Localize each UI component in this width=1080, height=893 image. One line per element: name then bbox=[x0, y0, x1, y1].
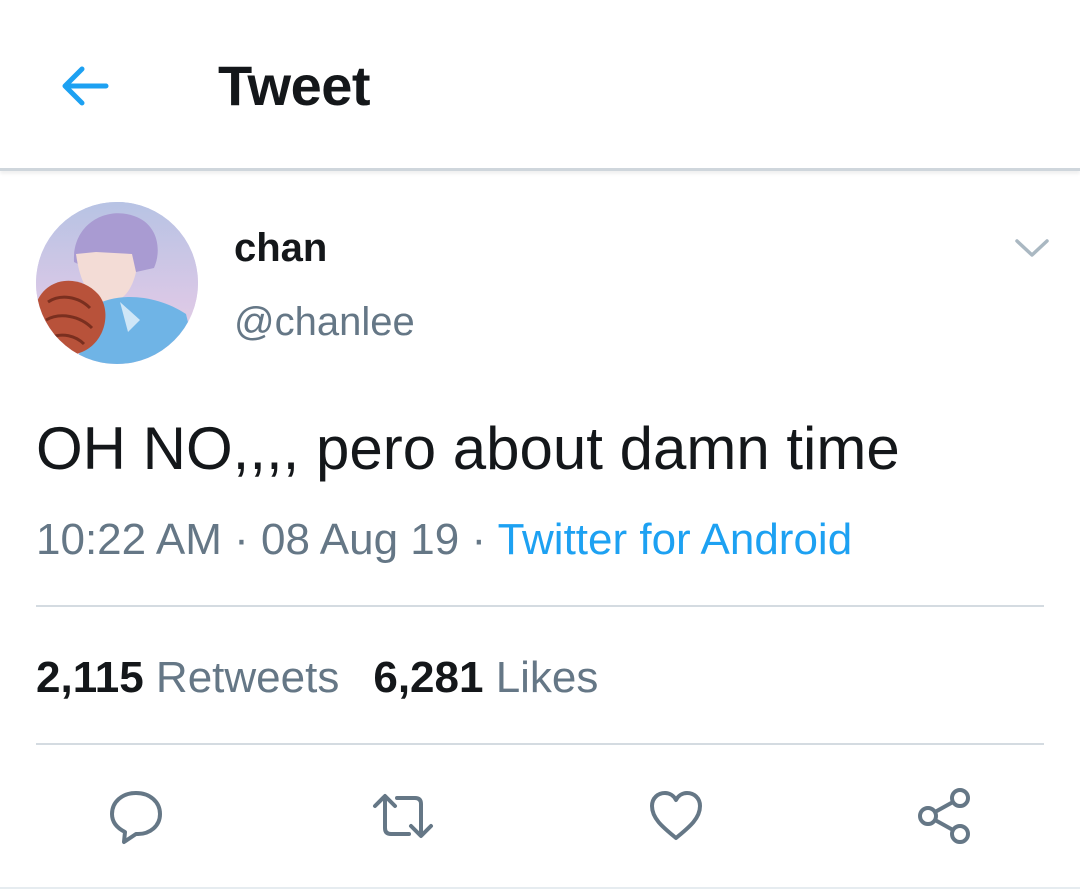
top-app-bar: Tweet bbox=[0, 0, 1080, 171]
chevron-down-icon bbox=[1015, 239, 1049, 257]
tweet-date: 08 Aug 19 bbox=[261, 515, 460, 564]
meta-separator: · bbox=[471, 515, 487, 564]
like-button[interactable] bbox=[640, 780, 712, 852]
retweet-icon bbox=[373, 794, 433, 838]
likes-count: 6,281 bbox=[373, 653, 484, 702]
tweet-source-link[interactable]: Twitter for Android bbox=[498, 515, 853, 564]
arrow-left-icon bbox=[62, 66, 109, 106]
tweet-detail-screen: Tweet chan @chanlee OH NO,,,, pero about… bbox=[0, 0, 1080, 893]
retweet-button[interactable] bbox=[367, 780, 439, 852]
reply-button[interactable] bbox=[100, 780, 172, 852]
tweet-metadata: 10:22 AM · 08 Aug 19 · Twitter for Andro… bbox=[36, 514, 852, 566]
avatar[interactable] bbox=[36, 202, 198, 364]
likes-stat[interactable]: 6,281 Likes bbox=[373, 652, 598, 704]
meta-separator: · bbox=[234, 515, 249, 564]
author-handle[interactable]: @chanlee bbox=[234, 298, 415, 346]
retweets-stat[interactable]: 2,115 Retweets bbox=[36, 652, 339, 704]
divider bbox=[36, 605, 1044, 607]
retweets-label: Retweets bbox=[155, 653, 340, 702]
engagement-stats: 2,115 Retweets 6,281 Likes bbox=[36, 652, 598, 704]
divider bbox=[0, 887, 1080, 889]
share-button[interactable] bbox=[908, 780, 980, 852]
back-button[interactable] bbox=[52, 58, 116, 114]
tweet-time: 10:22 AM bbox=[36, 515, 222, 564]
share-icon bbox=[918, 788, 970, 844]
likes-label: Likes bbox=[495, 653, 599, 702]
retweets-count: 2,115 bbox=[36, 653, 144, 702]
reply-icon bbox=[110, 791, 162, 844]
tweet-menu-button[interactable] bbox=[1010, 226, 1054, 270]
avatar-image bbox=[36, 202, 198, 364]
author-display-name[interactable]: chan bbox=[234, 224, 327, 272]
tweet-text: OH NO,,,, pero about damn time bbox=[36, 415, 900, 482]
heart-icon bbox=[650, 791, 702, 840]
page-title: Tweet bbox=[218, 54, 371, 117]
divider bbox=[36, 743, 1044, 745]
